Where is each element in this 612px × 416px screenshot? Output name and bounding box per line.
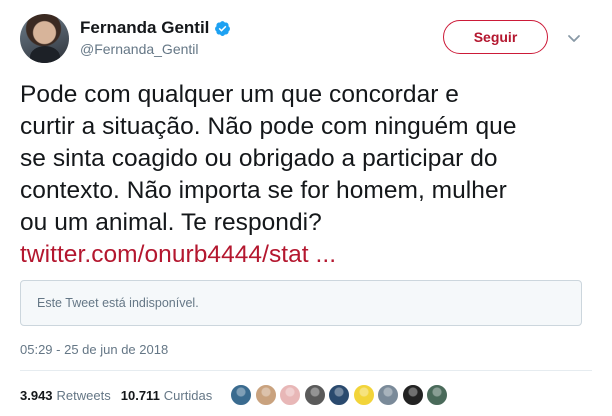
retweets-count: 3.943 xyxy=(20,387,53,403)
tweet-timestamp[interactable]: 05:29 - 25 de jun de 2018 xyxy=(20,342,168,357)
likes-stat[interactable]: 10.711 Curtidas xyxy=(121,388,212,403)
liker-avatar-7[interactable] xyxy=(377,384,400,406)
author-info[interactable]: Fernanda Gentil @Fernanda_Gentil xyxy=(80,18,231,57)
tweet-text-line: ou um animal. Te respondi? xyxy=(20,209,322,236)
retweets-label: Retweets xyxy=(56,387,111,403)
liker-avatar-6[interactable] xyxy=(352,384,375,406)
author-avatar[interactable] xyxy=(20,14,69,63)
tweet-header: Fernanda Gentil @Fernanda_Gentil Seguir xyxy=(20,14,592,66)
author-handle[interactable]: @Fernanda_Gentil xyxy=(80,41,231,57)
retweets-stat[interactable]: 3.943 Retweets xyxy=(20,388,111,403)
tweet-text-line: se sinta coagido ou obrigado a participa… xyxy=(20,145,498,172)
liker-avatar-8[interactable] xyxy=(401,384,424,406)
tweet-text-line: Pode com qualquer um que concordar e xyxy=(20,81,459,108)
author-display-name[interactable]: Fernanda Gentil xyxy=(80,18,209,38)
chevron-down-icon[interactable] xyxy=(566,30,582,46)
verified-badge-icon xyxy=(214,20,231,37)
tweet-link[interactable]: twitter.com/onurb4444/stat ... xyxy=(20,241,336,268)
liker-avatar-9[interactable] xyxy=(426,384,449,406)
avatar-shoulders xyxy=(30,46,60,63)
liker-avatar-2[interactable] xyxy=(254,384,277,406)
liker-avatar-3[interactable] xyxy=(279,384,302,406)
liker-avatar-5[interactable] xyxy=(328,384,351,406)
unavailable-tweet-text: Este Tweet está indisponível. xyxy=(37,296,199,310)
liker-avatar-4[interactable] xyxy=(303,384,326,406)
liker-avatar-1[interactable] xyxy=(230,384,253,406)
tweet-text-line: curtir a situação. Não pode com ninguém … xyxy=(20,113,517,140)
display-name-row: Fernanda Gentil xyxy=(80,18,231,38)
likes-label: Curtidas xyxy=(163,387,213,403)
liker-avatars xyxy=(230,384,451,406)
tweet-stats: 3.943 Retweets 10.711 Curtidas xyxy=(20,384,451,406)
tweet-text: Pode com qualquer um que concordar e cur… xyxy=(20,79,592,271)
likes-count: 10.711 xyxy=(120,387,160,403)
divider xyxy=(20,370,592,371)
quoted-tweet-card[interactable]: Este Tweet está indisponível. xyxy=(20,280,582,326)
tweet-text-line: contexto. Não importa se for homem, mulh… xyxy=(20,177,507,204)
follow-button[interactable]: Seguir xyxy=(443,20,548,54)
